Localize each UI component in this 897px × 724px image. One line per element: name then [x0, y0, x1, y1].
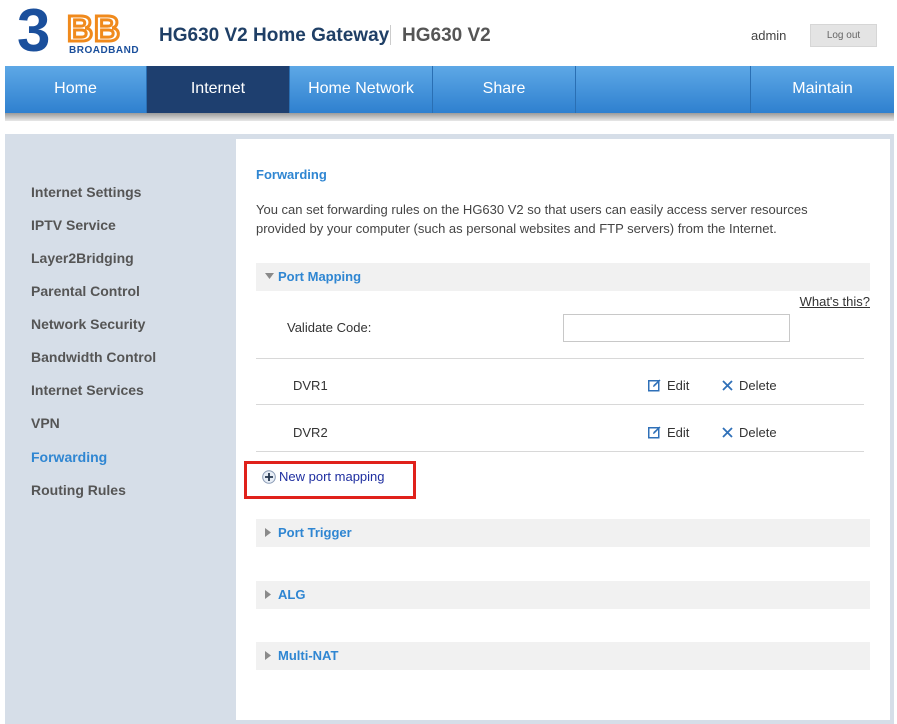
alg-title: ALG [278, 587, 306, 602]
edit-label: Edit [667, 378, 690, 393]
user-name: admin [751, 28, 787, 43]
caret-right-icon [265, 528, 271, 537]
logo-subtitle: BROADBAND [69, 45, 139, 56]
logo-letters: BB [67, 8, 121, 49]
sidebar-item-vpn[interactable]: VPN [31, 415, 60, 431]
divider [256, 358, 864, 359]
sidebar-item-internet-settings[interactable]: Internet Settings [31, 184, 141, 200]
nav-home-network[interactable]: Home Network [290, 66, 433, 113]
sidebar: Internet Settings IPTV Service Layer2Bri… [5, 137, 236, 720]
multi-nat-header[interactable]: Multi-NAT [256, 642, 870, 670]
alg-header[interactable]: ALG [256, 581, 870, 609]
sidebar-item-layer2bridging[interactable]: Layer2Bridging [31, 250, 134, 266]
new-port-mapping-label: New port mapping [279, 469, 385, 484]
main-nav: Home Internet Home Network Share Maintai… [5, 66, 894, 113]
nav-maintain[interactable]: Maintain [751, 66, 894, 113]
edit-icon [648, 379, 661, 392]
nav-home[interactable]: Home [5, 66, 147, 113]
edit-button-dvr1[interactable]: Edit [648, 378, 689, 393]
sidebar-item-routing-rules[interactable]: Routing Rules [31, 482, 126, 498]
title-separator [390, 25, 391, 45]
whats-this-link[interactable]: What's this? [800, 294, 870, 309]
nav-share[interactable]: Share [433, 66, 576, 113]
delete-button-dvr1[interactable]: Delete [722, 378, 777, 393]
plus-circle-icon [262, 469, 276, 484]
edit-label: Edit [667, 425, 690, 440]
close-icon [722, 380, 733, 391]
delete-label: Delete [739, 378, 777, 393]
main-panel: Forwarding You can set forwarding rules … [236, 139, 890, 720]
sidebar-item-forwarding[interactable]: Forwarding [31, 449, 107, 465]
logo-number: 3 [17, 5, 50, 57]
divider [256, 404, 864, 405]
page-title: HG630 V2 Home Gateway [159, 25, 390, 46]
3bb-logo: 3 BB BROADBAND [17, 5, 139, 57]
port-mapping-header[interactable]: Port Mapping [256, 263, 870, 291]
nav-internet[interactable]: Internet [147, 66, 290, 113]
validate-code-label: Validate Code: [287, 320, 372, 335]
multi-nat-title: Multi-NAT [278, 648, 339, 663]
sidebar-item-network-security[interactable]: Network Security [31, 316, 145, 332]
sidebar-item-parental-control[interactable]: Parental Control [31, 283, 140, 299]
nav-empty [576, 66, 751, 113]
caret-down-icon [265, 273, 274, 279]
delete-button-dvr2[interactable]: Delete [722, 425, 777, 440]
validate-code-input[interactable] [563, 314, 790, 342]
highlight-box: New port mapping [244, 461, 416, 499]
divider [256, 451, 864, 452]
port-trigger-header[interactable]: Port Trigger [256, 519, 870, 547]
section-title: Forwarding [256, 167, 327, 182]
close-icon [722, 427, 733, 438]
section-description: You can set forwarding rules on the HG63… [256, 202, 808, 236]
edit-icon [648, 426, 661, 439]
delete-label: Delete [739, 425, 777, 440]
sidebar-item-iptv-service[interactable]: IPTV Service [31, 217, 116, 233]
edit-button-dvr2[interactable]: Edit [648, 425, 689, 440]
mapping-name-dvr1: DVR1 [293, 378, 328, 393]
sidebar-item-internet-services[interactable]: Internet Services [31, 382, 144, 398]
caret-right-icon [265, 651, 271, 660]
device-model: HG630 V2 [402, 25, 491, 46]
header: 3 BB BROADBAND HG630 V2 Home Gateway HG6… [0, 0, 897, 66]
new-port-mapping-button[interactable]: New port mapping [262, 469, 385, 484]
port-trigger-title: Port Trigger [278, 525, 352, 540]
caret-right-icon [265, 590, 271, 599]
mapping-name-dvr2: DVR2 [293, 425, 328, 440]
port-mapping-title: Port Mapping [278, 269, 362, 284]
logout-button[interactable]: Log out [810, 24, 877, 47]
nav-shadow [5, 113, 894, 121]
sidebar-item-bandwidth-control[interactable]: Bandwidth Control [31, 349, 156, 365]
